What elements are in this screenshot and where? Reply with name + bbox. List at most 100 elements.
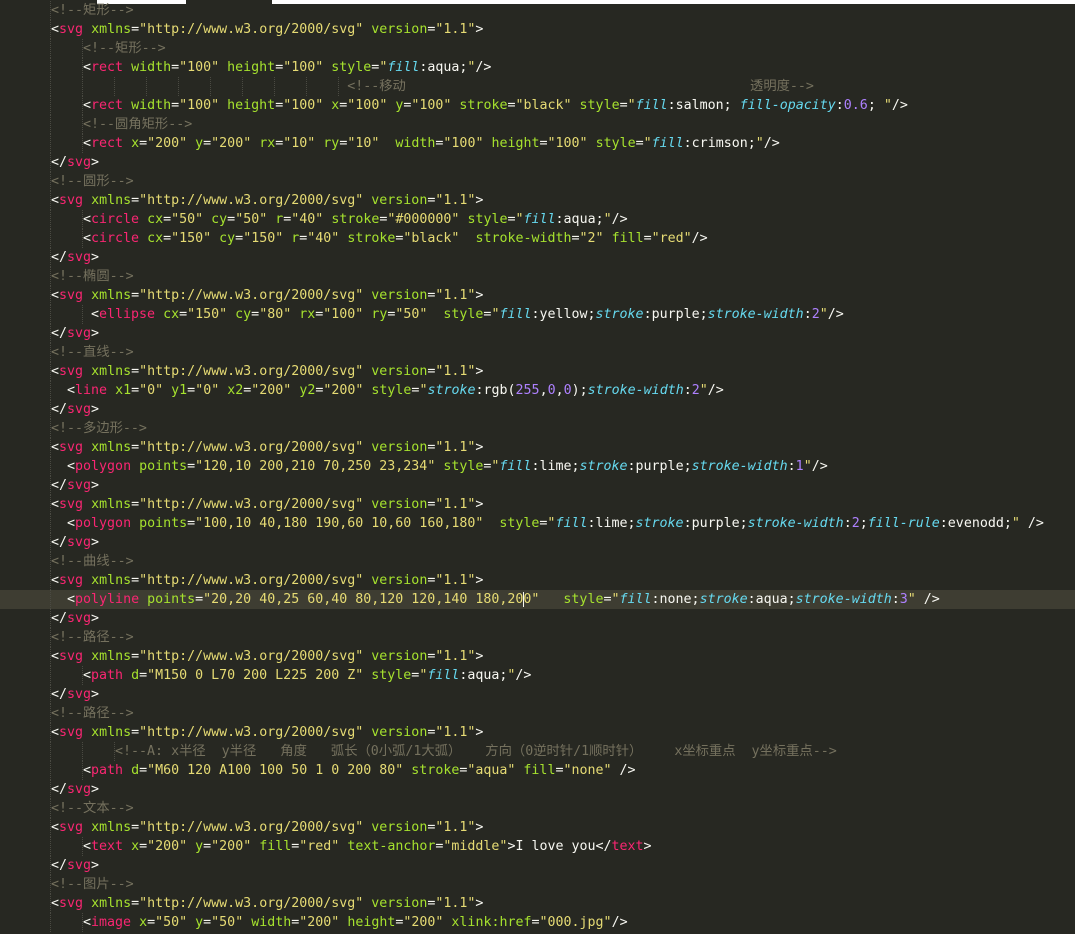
code-token: "M150 0 L70 200 L225 200 Z" <box>147 668 364 683</box>
code-text: <!--矩形--> <box>51 1 134 20</box>
code-token: :evenodd; <box>939 516 1012 531</box>
code-line[interactable]: <!--矩形--> <box>0 1 1075 20</box>
code-token: = <box>571 231 580 246</box>
code-editor[interactable]: <!--矩形--> <svg xmlns="http://www.w3.org/2… <box>0 1 1075 932</box>
code-token: points <box>139 459 188 474</box>
code-line[interactable]: </svg> <box>0 324 1075 343</box>
code-line[interactable]: </svg> <box>0 248 1075 267</box>
code-line[interactable]: <!--路径--> <box>0 628 1075 647</box>
code-line[interactable]: <!--A: x半径 y半径 角度 弧长（0小弧/1大弧） 方向（0逆时针/1顺… <box>0 742 1075 761</box>
code-line[interactable]: <svg xmlns="http://www.w3.org/2000/svg" … <box>0 647 1075 666</box>
code-token: stroke <box>331 212 380 227</box>
code-line[interactable]: <svg xmlns="http://www.w3.org/2000/svg" … <box>0 191 1075 210</box>
code-token: /> <box>475 60 492 75</box>
code-line[interactable]: <svg xmlns="http://www.w3.org/2000/svg" … <box>0 818 1075 837</box>
code-line[interactable]: <svg xmlns="http://www.w3.org/2000/svg" … <box>0 894 1075 913</box>
code-token: cx <box>147 231 164 246</box>
code-line[interactable]: <svg xmlns="http://www.w3.org/2000/svg" … <box>0 20 1075 39</box>
code-line[interactable]: <polygon points="120,10 200,210 70,250 2… <box>0 457 1075 476</box>
code-line[interactable]: <rect x="200" y="200" rx="10" ry="10" wi… <box>0 134 1075 153</box>
code-line[interactable]: <svg xmlns="http://www.w3.org/2000/svg" … <box>0 362 1075 381</box>
code-line[interactable]: </svg> <box>0 476 1075 495</box>
code-token: stroke <box>579 459 628 474</box>
code-token: svg <box>59 193 84 208</box>
code-text: <!--文本--> <box>51 799 134 818</box>
code-line[interactable]: <image x="50" y="50" width="200" height=… <box>0 913 1075 932</box>
code-token: > <box>91 478 100 493</box>
code-token: svg <box>67 402 92 417</box>
code-token: < <box>51 896 60 911</box>
code-line[interactable]: <!--矩形--> <box>0 39 1075 58</box>
code-line[interactable]: </svg> <box>0 609 1075 628</box>
code-token: "black" <box>403 231 460 246</box>
code-line[interactable]: </svg> <box>0 533 1075 552</box>
code-token: "http://www.w3.org/2000/svg" <box>139 573 364 588</box>
code-line[interactable]: <svg xmlns="http://www.w3.org/2000/svg" … <box>0 495 1075 514</box>
code-line[interactable]: </svg> <box>0 400 1075 419</box>
code-line[interactable]: <circle cx="50" cy="50" r="40" stroke="#… <box>0 210 1075 229</box>
code-line[interactable]: </svg> <box>0 153 1075 172</box>
code-token: > <box>91 402 100 417</box>
code-token: "200" <box>211 136 252 151</box>
code-token: x2 <box>227 383 244 398</box>
code-line[interactable]: <polygon points="100,10 40,180 190,60 10… <box>0 514 1075 533</box>
code-line[interactable]: <!--椭圆--> <box>0 267 1075 286</box>
code-token: > <box>91 535 100 550</box>
code-line[interactable]: <circle cx="150" cy="150" r="40" stroke=… <box>0 229 1075 248</box>
code-line[interactable]: <!--圆角矩形--> <box>0 115 1075 134</box>
code-line[interactable]: <ellipse cx="150" cy="80" rx="100" ry="5… <box>0 305 1075 324</box>
code-line[interactable]: <!--移动 透明度--> <box>0 77 1075 96</box>
code-token: "1.1" <box>435 497 476 512</box>
code-token: 2 <box>691 383 700 398</box>
code-token: = <box>147 915 156 930</box>
code-line[interactable]: <path d="M150 0 L70 200 L225 200 Z" styl… <box>0 666 1075 685</box>
code-line[interactable]: <!--路径--> <box>0 704 1075 723</box>
code-token: = <box>235 231 244 246</box>
code-token: > <box>91 687 100 702</box>
code-token: = <box>203 136 212 151</box>
code-line[interactable]: </svg> <box>0 685 1075 704</box>
code-line[interactable]: <!--图片--> <box>0 875 1075 894</box>
code-line[interactable]: </svg> <box>0 780 1075 799</box>
code-line[interactable]: <!--直线--> <box>0 343 1075 362</box>
code-token: = <box>139 839 148 854</box>
code-token: width <box>131 98 172 113</box>
code-token: fill <box>523 763 556 778</box>
code-token: version <box>371 193 428 208</box>
code-token: stroke-width <box>747 516 844 531</box>
code-token: = <box>131 364 140 379</box>
code-line[interactable]: <!--曲线--> <box>0 552 1075 571</box>
code-token: "50" <box>155 915 188 930</box>
code-line[interactable]: <polyline points="20,20 40,25 60,40 80,1… <box>0 590 1075 609</box>
code-token: 255 <box>515 383 540 398</box>
code-token: "150" <box>187 307 228 322</box>
code-token: </ <box>51 478 68 493</box>
code-line[interactable]: <path d="M60 120 A100 100 50 1 0 200 80"… <box>0 761 1075 780</box>
code-token: :aqua; <box>555 212 604 227</box>
code-line[interactable]: <svg xmlns="http://www.w3.org/2000/svg" … <box>0 286 1075 305</box>
code-line[interactable]: </svg> <box>0 856 1075 875</box>
code-line[interactable]: <rect width="100" height="100" x="100" y… <box>0 96 1075 115</box>
code-line[interactable]: <svg xmlns="http://www.w3.org/2000/svg" … <box>0 571 1075 590</box>
code-token: <!--移动 透明度--> <box>347 79 814 94</box>
code-line[interactable]: <!--文本--> <box>0 799 1075 818</box>
code-token: " <box>819 307 828 322</box>
code-line[interactable]: <rect width="100" height="100" style="fi… <box>0 58 1075 77</box>
code-line[interactable]: <text x="200" y="200" fill="red" text-an… <box>0 837 1075 856</box>
code-line[interactable]: <!--圆形--> <box>0 172 1075 191</box>
code-token: stroke-width <box>691 459 788 474</box>
code-text: <svg xmlns="http://www.w3.org/2000/svg" … <box>51 894 483 913</box>
code-token: <!--矩形--> <box>83 41 166 56</box>
code-token: "100" <box>411 98 452 113</box>
code-line[interactable]: <line x1="0" y1="0" x2="200" y2="200" st… <box>0 381 1075 400</box>
code-line[interactable]: <svg xmlns="http://www.w3.org/2000/svg" … <box>0 723 1075 742</box>
code-line[interactable]: <svg xmlns="http://www.w3.org/2000/svg" … <box>0 438 1075 457</box>
code-line[interactable]: <!--多边形--> <box>0 419 1075 438</box>
